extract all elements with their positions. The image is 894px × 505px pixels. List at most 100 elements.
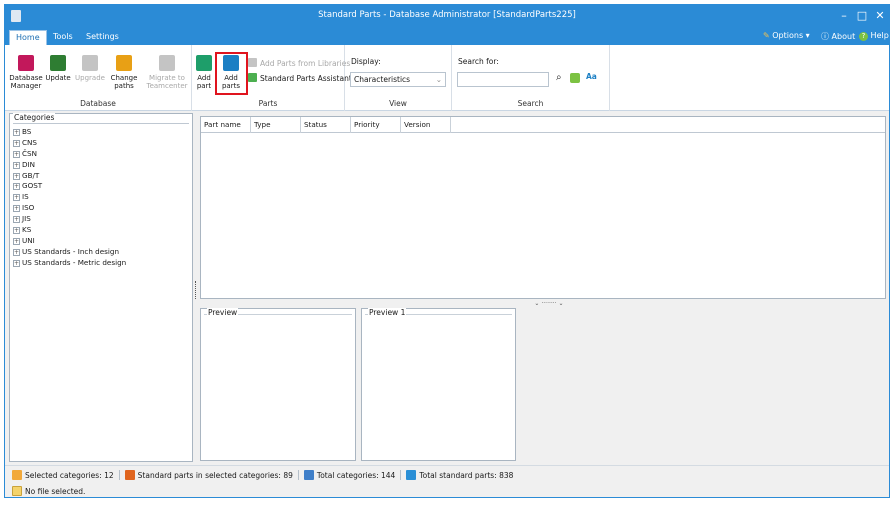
minimize-button[interactable]: – bbox=[835, 7, 853, 25]
tree-node[interactable]: + JIS bbox=[13, 214, 189, 225]
about-link[interactable]: ⓘ About bbox=[821, 31, 855, 42]
button-label: part bbox=[196, 82, 212, 90]
preview-area bbox=[204, 314, 352, 457]
expand-icon[interactable]: + bbox=[13, 129, 20, 136]
preview-1-panel: Preview 1 bbox=[361, 308, 516, 461]
total-categories-icon bbox=[303, 470, 314, 480]
title-bar: Standard Parts - Database Administrator … bbox=[5, 5, 889, 28]
categories-tree: + BS + CNS + ČSN + DIN + GB/T + GOST + IS + ISO … bbox=[13, 123, 189, 459]
preview-1-title: Preview 1 bbox=[368, 308, 407, 317]
column-header-type[interactable]: Type bbox=[251, 117, 301, 133]
update-button[interactable]: Update bbox=[43, 55, 73, 82]
tree-node-label: BS bbox=[22, 127, 32, 136]
status-line-counts: Selected categories: 12 Standard parts in… bbox=[12, 470, 513, 480]
search-input[interactable] bbox=[457, 72, 549, 87]
help-link[interactable]: ? Help bbox=[859, 31, 889, 41]
button-label: Upgrade bbox=[75, 74, 105, 82]
expand-icon[interactable]: + bbox=[13, 161, 20, 169]
standard-parts-assistant-button[interactable]: Standard Parts Assistant bbox=[248, 73, 352, 84]
add-parts-from-libraries-button[interactable]: Add Parts from Libraries bbox=[248, 58, 350, 69]
button-label: Add bbox=[197, 74, 211, 82]
tree-node[interactable]: + US Standards - Inch design bbox=[13, 247, 189, 258]
parts-in-selected-status: Standard parts in selected categories: 8… bbox=[137, 471, 293, 480]
chevron-down-icon: ⌄ bbox=[435, 75, 442, 84]
match-case-icon[interactable]: Aa bbox=[586, 72, 597, 81]
expand-icon[interactable]: + bbox=[13, 139, 20, 147]
preview-title: Preview bbox=[207, 308, 239, 317]
parts-table: Part name Type Status Priority Version bbox=[200, 116, 886, 299]
upgrade-button[interactable]: Upgrade bbox=[73, 55, 107, 82]
expand-icon[interactable]: + bbox=[13, 237, 20, 245]
tree-node-label: IS bbox=[22, 192, 29, 202]
column-header-status[interactable]: Status bbox=[301, 117, 351, 133]
tree-node[interactable]: + BS bbox=[13, 127, 189, 138]
column-header-priority[interactable]: Priority bbox=[351, 117, 401, 133]
tree-node[interactable]: + US Standards - Metric design bbox=[13, 258, 189, 269]
preview-panel: Preview bbox=[200, 308, 356, 461]
expand-icon[interactable]: + bbox=[13, 248, 20, 256]
column-header-part-name[interactable]: Part name bbox=[201, 117, 251, 133]
tab-settings[interactable]: Settings bbox=[80, 30, 125, 45]
splitter-grip[interactable] bbox=[195, 281, 197, 299]
highlight-box bbox=[215, 52, 248, 95]
expand-icon[interactable]: + bbox=[13, 216, 20, 224]
tree-node[interactable]: + CNS bbox=[13, 138, 189, 149]
migrate-to-teamcenter-button[interactable]: Migrate to Teamcenter bbox=[145, 55, 189, 90]
tree-node-label: UNI bbox=[22, 235, 35, 245]
change-paths-button[interactable]: Change paths bbox=[107, 55, 141, 90]
parts-group: Add part Add parts Add Parts from Librar… bbox=[192, 45, 352, 111]
chevron-down-icon: ▾ bbox=[805, 31, 810, 40]
expand-icon[interactable]: + bbox=[13, 259, 20, 267]
expand-icon[interactable]: + bbox=[13, 227, 20, 235]
button-label: Add Parts from Libraries bbox=[260, 59, 351, 68]
maximize-button[interactable]: □ bbox=[853, 7, 871, 25]
tree-node[interactable]: + DIN bbox=[13, 160, 189, 171]
button-label: Teamcenter bbox=[146, 82, 188, 90]
tree-node-label: GOST bbox=[22, 181, 43, 191]
tree-node[interactable]: + UNI bbox=[13, 236, 189, 247]
expand-icon[interactable]: + bbox=[13, 183, 20, 191]
horizontal-splitter-grip[interactable]: ⌄ ········ ⌄ bbox=[525, 301, 573, 307]
tree-node[interactable]: + IS bbox=[13, 192, 189, 203]
upgrade-icon bbox=[82, 55, 98, 71]
expand-icon[interactable]: + bbox=[13, 172, 20, 180]
libraries-icon bbox=[248, 58, 257, 67]
file-status: No file selected. bbox=[25, 487, 86, 496]
status-bar: Selected categories: 12 Standard parts in… bbox=[5, 465, 889, 497]
filter-icon[interactable] bbox=[570, 73, 580, 83]
tree-node[interactable]: + KS bbox=[13, 225, 189, 236]
menu-bar: Home Tools Settings ✎ Options ▾ ⓘ About … bbox=[5, 28, 889, 45]
tree-node[interactable]: + GB/T bbox=[13, 171, 189, 182]
help-icon: ? bbox=[859, 32, 868, 41]
options-menu[interactable]: ✎ Options ▾ bbox=[763, 31, 810, 40]
expand-icon[interactable]: + bbox=[13, 150, 20, 158]
expand-icon[interactable]: + bbox=[13, 205, 20, 213]
display-select[interactable]: Characteristics ⌄ bbox=[350, 72, 446, 87]
tree-node[interactable]: + ČSN bbox=[13, 149, 189, 160]
tab-home[interactable]: Home bbox=[9, 30, 47, 45]
tree-node-label: ČSN bbox=[22, 148, 37, 158]
standard-parts-icon bbox=[124, 470, 135, 480]
database-manager-button[interactable]: Database Manager bbox=[9, 55, 43, 90]
button-label: paths bbox=[114, 82, 134, 90]
button-label: Manager bbox=[10, 82, 42, 90]
parts-group-label: Parts bbox=[258, 99, 278, 108]
search-icon[interactable]: ⌕ bbox=[556, 72, 562, 83]
add-part-button[interactable]: Add part bbox=[194, 55, 214, 90]
column-header-version[interactable]: Version bbox=[401, 117, 451, 133]
tree-node[interactable]: + GOST bbox=[13, 181, 189, 192]
update-icon bbox=[50, 55, 66, 71]
tree-node[interactable]: + ISO bbox=[13, 203, 189, 214]
expand-icon[interactable]: + bbox=[13, 194, 20, 202]
options-label: Options bbox=[772, 31, 804, 40]
database-manager-icon bbox=[18, 55, 34, 71]
close-button[interactable]: ✕ bbox=[871, 7, 889, 25]
search-group: Search for: ⌕ Aa Search bbox=[452, 45, 610, 111]
tree-node-label: GB/T bbox=[22, 170, 40, 180]
categories-title: Categories bbox=[13, 113, 56, 122]
status-separator bbox=[297, 470, 299, 480]
about-label: About bbox=[831, 32, 856, 41]
ribbon: Database Manager Update Upgrade Change p… bbox=[5, 45, 889, 111]
tab-tools[interactable]: Tools bbox=[47, 30, 79, 45]
button-label: Update bbox=[45, 74, 71, 82]
